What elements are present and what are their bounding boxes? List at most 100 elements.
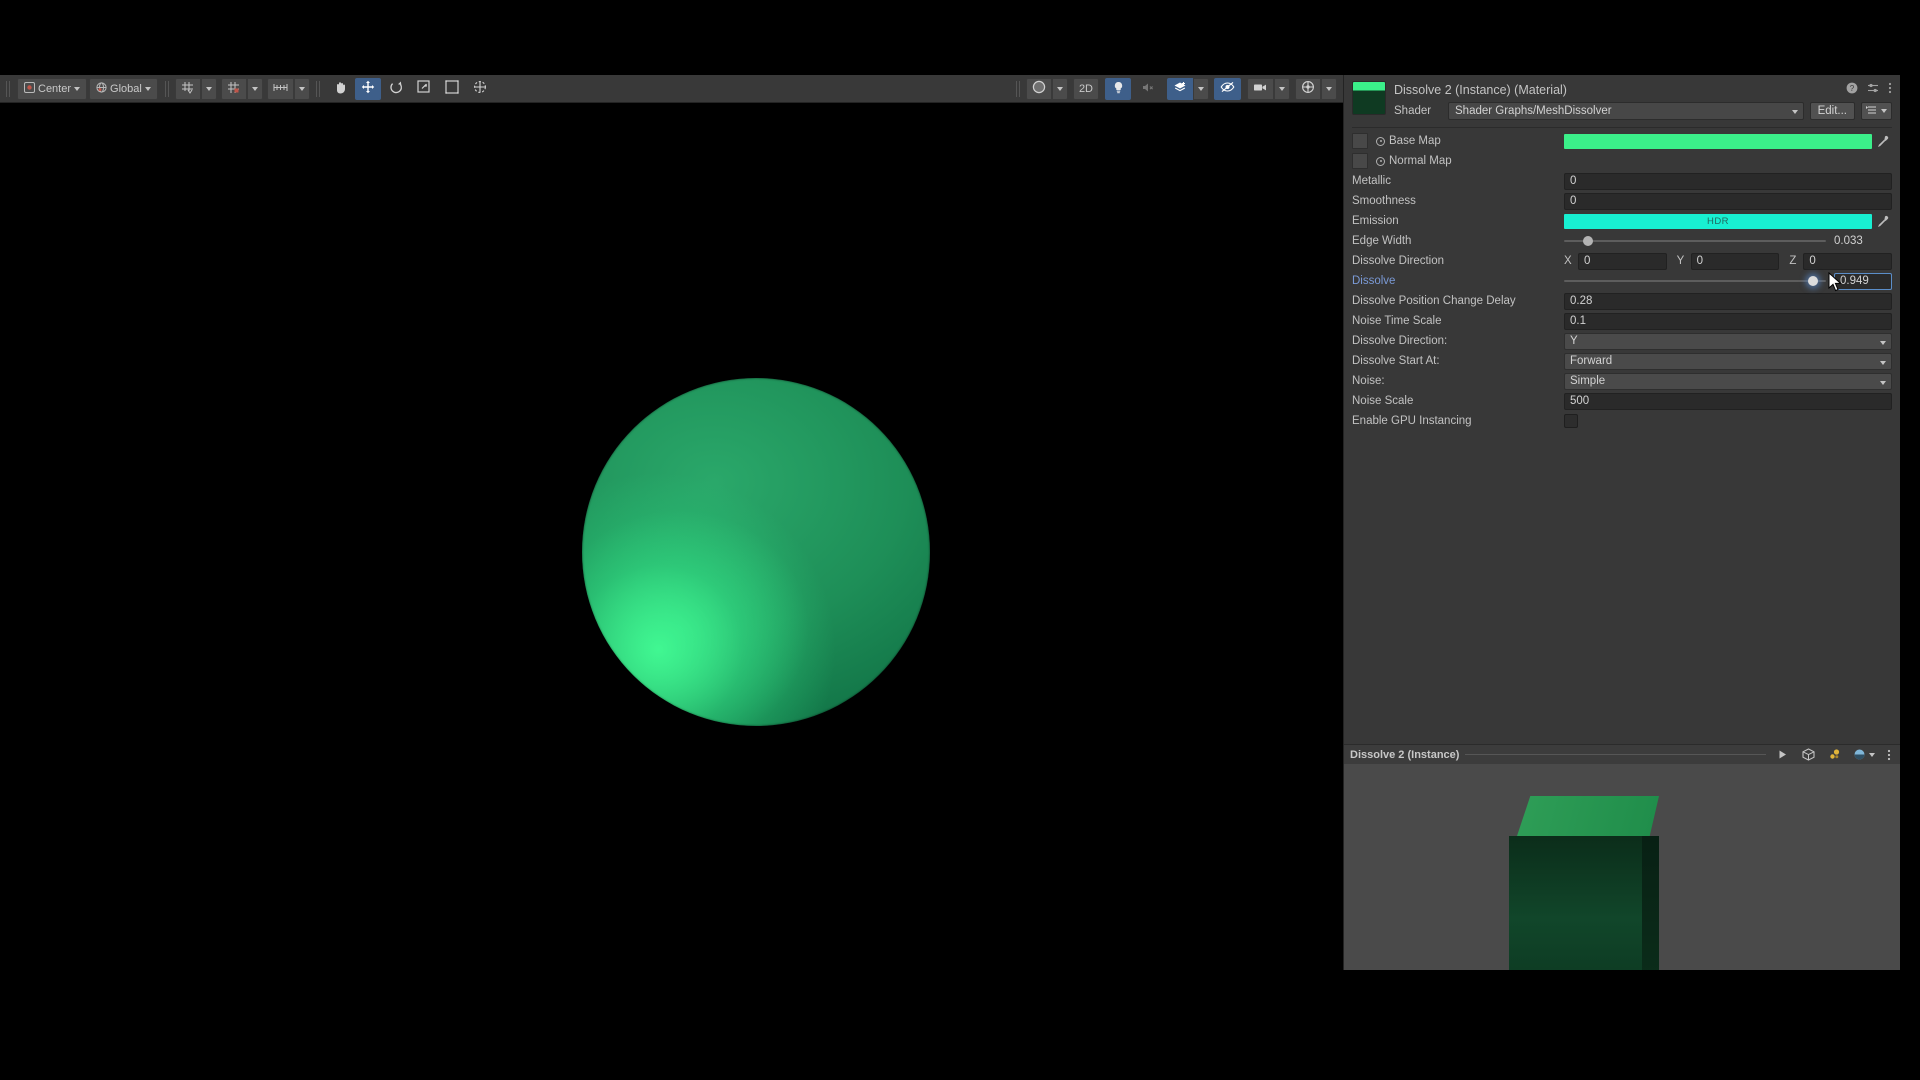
camera-settings-button[interactable] (1247, 77, 1274, 100)
scene-sphere-object[interactable] (582, 378, 930, 726)
grid-snapping-group (174, 77, 217, 100)
snap-increment-button[interactable] (266, 77, 294, 100)
dissolve-slider[interactable] (1564, 276, 1826, 286)
gizmos-button[interactable] (1295, 77, 1321, 100)
pivot-mode-button[interactable]: Center (17, 77, 88, 100)
draw-mode-dropdown[interactable] (1051, 77, 1068, 100)
inspector-empty-space (1344, 432, 1900, 744)
move-tool-button[interactable] (354, 77, 381, 100)
dissolve-direction-label: Dissolve Direction (1352, 255, 1445, 267)
grid-snap-icon (181, 81, 194, 97)
dissolve-direction-x-input[interactable]: 0 (1578, 252, 1667, 270)
camera-settings-group (1247, 77, 1290, 100)
dissolve-direction-enum-value: Y (1564, 332, 1892, 350)
dissolve-direction-y-input[interactable]: 0 (1690, 252, 1780, 270)
scene-fx-dropdown[interactable] (1193, 77, 1209, 100)
scene-fx-button[interactable] (1167, 77, 1193, 100)
preview-cube-front-face (1509, 836, 1642, 970)
gizmos-dropdown[interactable] (1321, 77, 1337, 100)
grid-visibility-button[interactable] (220, 77, 247, 100)
grid-snapping-dropdown[interactable] (200, 77, 217, 100)
chevron-down-icon (1279, 86, 1285, 91)
chevron-down-icon (1791, 110, 1798, 114)
scene-fx-group (1167, 77, 1209, 100)
base-map-texture-slot[interactable] (1352, 133, 1368, 149)
handle-space-button[interactable]: Global (89, 77, 158, 100)
edge-width-slider[interactable] (1564, 236, 1826, 246)
draw-mode-button[interactable] (1025, 77, 1052, 100)
more-menu-icon[interactable] (1884, 747, 1894, 763)
play-icon[interactable] (1772, 747, 1792, 763)
fx-layers-icon (1173, 81, 1187, 97)
lighting-preview-icon[interactable] (1824, 747, 1844, 763)
lightbulb-icon (1112, 81, 1125, 97)
preview-header: Dissolve 2 (Instance) (1344, 744, 1900, 764)
rect-transform-tool-button[interactable] (439, 78, 465, 100)
normal-map-texture-slot[interactable] (1352, 153, 1368, 169)
dissolve-position-change-delay-input[interactable]: 0.28 (1564, 292, 1892, 310)
camera-settings-dropdown[interactable] (1274, 77, 1290, 100)
hand-tool-button[interactable] (327, 78, 353, 100)
shaded-sphere-icon (1032, 80, 1046, 97)
preview-cube-side-face (1642, 836, 1659, 970)
normal-map-label-group: Normal Map (1352, 153, 1564, 169)
dissolve-direction-enum-select[interactable]: Y (1564, 332, 1892, 350)
dissolve-number-input[interactable]: 0.949 (1834, 272, 1892, 290)
material-inspector: ? Dissolve 2 (Instance) (Material) Shade… (1343, 75, 1900, 970)
page-title: Dissolve 2 (Instance) (Material) (1394, 83, 1567, 97)
preset-icon[interactable] (1867, 82, 1879, 94)
toolbar-separator (164, 80, 169, 97)
normal-map-label: Normal Map (1389, 155, 1452, 167)
emission-color-swatch[interactable]: HDR (1564, 213, 1872, 229)
chevron-down-icon (1869, 752, 1875, 757)
more-menu-icon[interactable] (1888, 82, 1892, 94)
property-row-dissolve: Dissolve 0.949 (1352, 272, 1892, 290)
grid-visibility-icon (227, 81, 240, 97)
noise-scale-input[interactable]: 500 (1564, 392, 1892, 410)
eye-off-icon (1220, 81, 1235, 96)
eyedropper-icon[interactable] (1872, 215, 1892, 228)
shader-preset-menu-button[interactable] (1861, 102, 1892, 120)
preview-cube-top-face (1516, 796, 1659, 839)
preview-cube (1509, 796, 1659, 970)
hidden-objects-button[interactable] (1214, 77, 1241, 100)
dissolve-slider-knob[interactable] (1807, 276, 1818, 286)
base-map-color-swatch[interactable] (1564, 133, 1872, 149)
edge-width-slider-knob[interactable] (1582, 236, 1593, 246)
snap-increment-group (266, 77, 310, 100)
shader-edit-button[interactable]: Edit... (1809, 102, 1855, 120)
eyedropper-icon[interactable] (1872, 135, 1892, 148)
transform-tool-button[interactable] (467, 78, 493, 100)
edge-width-number[interactable]: 0.033 (1834, 235, 1892, 247)
enable-gpu-instancing-checkbox[interactable] (1564, 414, 1578, 428)
rotate-tool-button[interactable] (383, 78, 409, 100)
environment-icon[interactable] (1850, 747, 1878, 763)
scene-audio-button[interactable] (1135, 78, 1161, 100)
edge-width-label: Edge Width (1352, 235, 1412, 247)
mesh-cube-icon[interactable] (1798, 747, 1818, 763)
dissolve-start-at-select[interactable]: Forward (1564, 352, 1892, 370)
noise-select[interactable]: Simple (1564, 372, 1892, 390)
shader-select[interactable]: Shader Graphs/MeshDissolver (1448, 102, 1804, 120)
dissolve-direction-z-input[interactable]: 0 (1803, 252, 1893, 270)
material-thumbnail[interactable] (1352, 81, 1386, 115)
noise-scale-value: 500 (1564, 392, 1892, 410)
scene-lighting-button[interactable] (1105, 77, 1131, 100)
metallic-input[interactable]: 0 (1564, 172, 1892, 190)
toggle-2d-button[interactable]: 2D (1072, 77, 1099, 100)
scale-tool-button[interactable] (411, 78, 437, 100)
property-row-dissolve-direction-vector: Dissolve Direction X 0 Y 0 Z 0 (1352, 252, 1893, 270)
enable-gpu-instancing-label: Enable GPU Instancing (1352, 415, 1472, 427)
grid-snapping-button[interactable] (174, 77, 201, 100)
noise-time-scale-input[interactable]: 0.1 (1564, 312, 1892, 330)
material-properties-list: Base Map Normal Map Metallic 0 Smoothnes… (1344, 128, 1900, 432)
unity-editor-window: Center Global 2D ? Dissolve 2 (Instance)… (0, 0, 1920, 1080)
material-preview-viewport[interactable] (1344, 764, 1900, 970)
pivot-mode-label: Center (38, 82, 72, 95)
scene-view[interactable] (0, 75, 1343, 970)
grid-visibility-dropdown[interactable] (246, 77, 263, 100)
smoothness-input[interactable]: 0 (1564, 192, 1892, 210)
snap-increment-dropdown[interactable] (293, 77, 310, 100)
property-row-normal-map: Normal Map (1352, 152, 1892, 170)
help-icon[interactable]: ? (1846, 82, 1858, 94)
